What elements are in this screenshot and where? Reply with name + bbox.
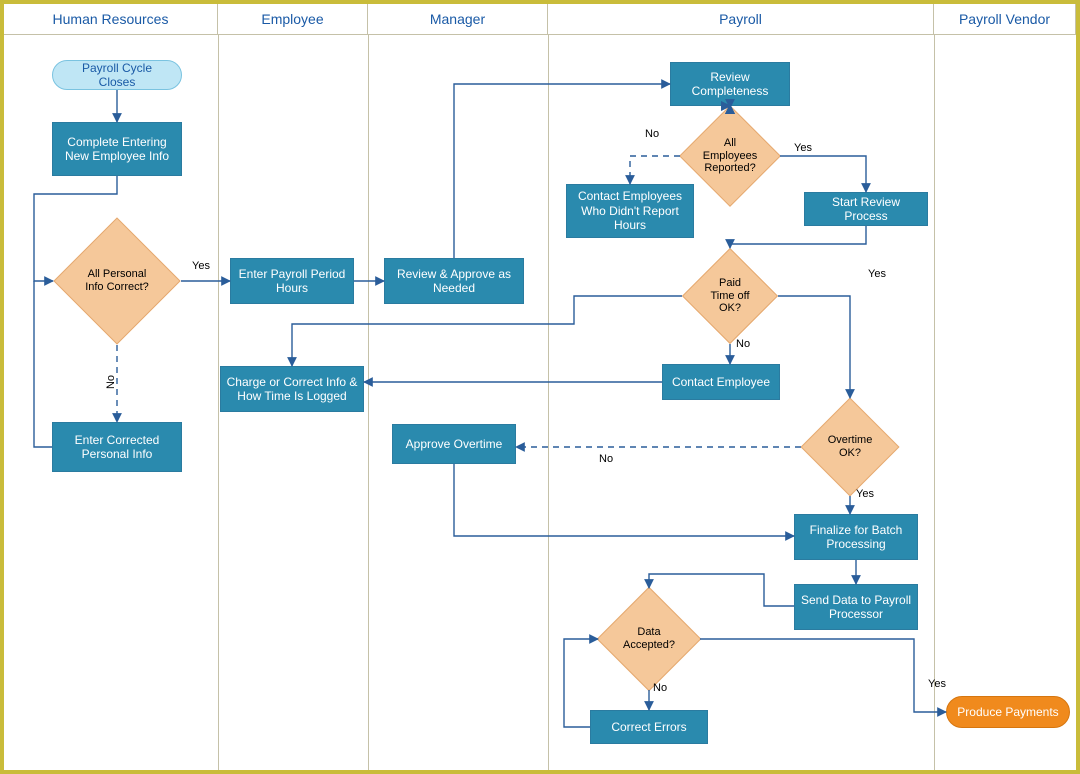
decision-overtime-ok: Overtime OK? xyxy=(815,412,885,482)
label-yes: Yes xyxy=(192,260,210,272)
lane-separator-4 xyxy=(934,34,935,770)
process-complete-new-employee-info: Complete Entering New Employee Info xyxy=(52,122,182,176)
decision-pto-ok: Paid Time off OK? xyxy=(696,262,764,330)
diagram-arrows xyxy=(4,4,1076,770)
label-no: No xyxy=(599,453,613,465)
start-payroll-cycle-closes: Payroll Cycle Closes xyxy=(52,60,182,90)
decision-all-employees-reported: All Employees Reported? xyxy=(694,120,766,192)
decision-label: Paid Time off OK? xyxy=(696,262,764,330)
process-charge-correct-info: Charge or Correct Info & How Time Is Log… xyxy=(220,366,364,412)
label-no: No xyxy=(736,338,750,350)
process-enter-payroll-hours: Enter Payroll Period Hours xyxy=(230,258,354,304)
decision-label: All Employees Reported? xyxy=(694,120,766,192)
process-enter-corrected-info: Enter Corrected Personal Info xyxy=(52,422,182,472)
lane-header-hr: Human Resources xyxy=(4,4,218,34)
process-approve-overtime: Approve Overtime xyxy=(392,424,516,464)
lane-header-manager: Manager xyxy=(368,4,548,34)
lane-header-employee: Employee xyxy=(218,4,368,34)
flow-arrows xyxy=(4,4,1076,770)
connectors xyxy=(4,4,1076,770)
lane-header-underline xyxy=(4,34,1076,35)
decision-label: Overtime OK? xyxy=(815,412,885,482)
label-no: No xyxy=(645,128,659,140)
process-correct-errors: Correct Errors xyxy=(590,710,708,744)
lane-header-vendor: Payroll Vendor xyxy=(934,4,1076,34)
label-no: No xyxy=(105,375,117,389)
process-review-completeness: Review Completeness xyxy=(670,62,790,106)
decision-all-personal-info-correct: All Personal Info Correct? xyxy=(72,236,162,326)
process-start-review: Start Review Process xyxy=(804,192,928,226)
label-no: No xyxy=(653,682,667,694)
process-send-to-processor: Send Data to Payroll Processor xyxy=(794,584,918,630)
process-finalize-batch: Finalize for Batch Processing xyxy=(794,514,918,560)
decision-label: All Personal Info Correct? xyxy=(72,236,162,326)
label-yes: Yes xyxy=(794,142,812,154)
process-contact-employee: Contact Employee xyxy=(662,364,780,400)
end-produce-payments: Produce Payments xyxy=(946,696,1070,728)
lane-separator-2 xyxy=(368,34,369,770)
edges-final xyxy=(4,4,1076,770)
flow-connectors xyxy=(4,4,1076,770)
process-contact-nonreporting: Contact Employees Who Didn't Report Hour… xyxy=(566,184,694,238)
label-yes: Yes xyxy=(868,268,886,280)
lane-separator-3 xyxy=(548,34,549,770)
label-yes: Yes xyxy=(928,678,946,690)
lane-header-payroll: Payroll xyxy=(548,4,934,34)
lane-separator-1 xyxy=(218,34,219,770)
decision-data-accepted: Data Accepted? xyxy=(612,602,686,676)
connector-layer xyxy=(4,4,1076,770)
decision-label: Data Accepted? xyxy=(612,602,686,676)
connector-layer-2 xyxy=(4,4,1076,770)
swimlane-flowchart: Human Resources Employee Manager Payroll… xyxy=(0,0,1080,774)
process-review-approve: Review & Approve as Needed xyxy=(384,258,524,304)
arrows xyxy=(4,4,1076,770)
label-yes: Yes xyxy=(856,488,874,500)
